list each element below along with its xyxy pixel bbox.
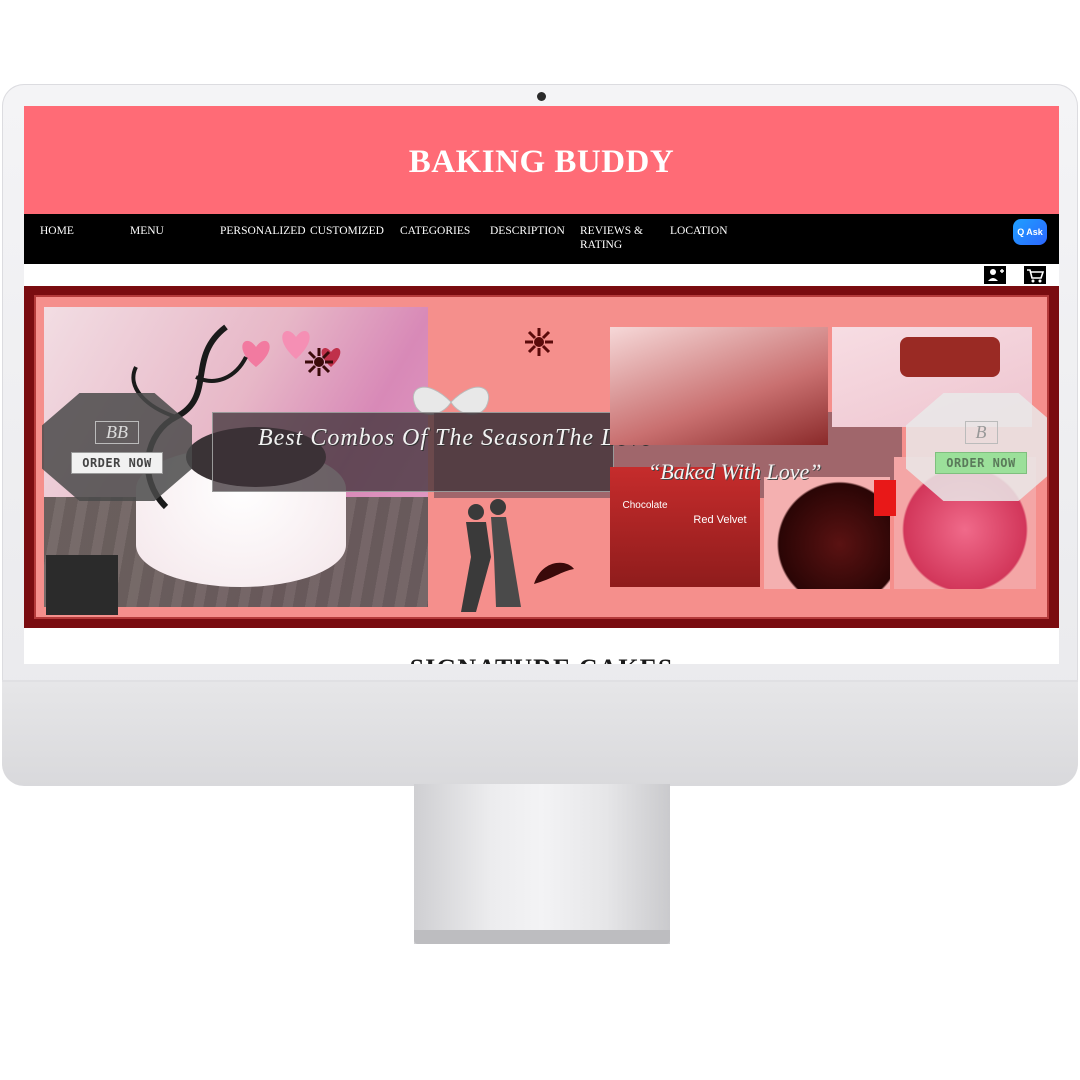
brand-title[interactable]: BAKING BUDDY bbox=[409, 144, 674, 181]
browser-screen: BAKING BUDDY HOME MENU PERSONALIZED CUST… bbox=[24, 106, 1059, 664]
order-badge-right: B ORDER NOW bbox=[906, 393, 1047, 501]
nav-categories[interactable]: CATEGORIES bbox=[400, 224, 470, 238]
order-now-button[interactable]: ORDER NOW bbox=[935, 451, 1027, 474]
flower-icon bbox=[525, 328, 553, 356]
tagline-ribbon-left bbox=[212, 412, 614, 492]
monitor-stand bbox=[414, 784, 670, 944]
nav-menu[interactable]: MENU bbox=[130, 224, 164, 238]
nav-customized[interactable]: CUSTOMIZED bbox=[310, 224, 384, 238]
section-title: SIGNATURE CAKES bbox=[24, 654, 1059, 664]
tagline-baked-with-love: “Baked With Love” bbox=[648, 459, 822, 484]
chocolate-gem-cake-image bbox=[900, 337, 1000, 377]
flower-icon bbox=[305, 348, 333, 376]
cake-pops-image bbox=[610, 327, 828, 445]
hero-banner[interactable]: Best Combos Of The SeasonThe Love Chocol… bbox=[24, 286, 1059, 628]
nav-home[interactable]: HOME bbox=[40, 224, 74, 238]
jar-label-red-velvet: Red Velvet bbox=[693, 514, 747, 526]
nav-description[interactable]: DESCRIPTION bbox=[490, 224, 565, 238]
banner-slide: Best Combos Of The SeasonThe Love Chocol… bbox=[34, 295, 1049, 619]
cart-icon[interactable] bbox=[1024, 266, 1046, 284]
site-header: BAKING BUDDY bbox=[24, 106, 1059, 214]
chocolate-cake-image bbox=[764, 477, 890, 589]
order-now-button[interactable]: ORDER NOW bbox=[71, 451, 163, 474]
ask-label: Ask bbox=[1026, 227, 1043, 237]
camera-icon bbox=[537, 92, 546, 101]
badge-shape bbox=[906, 393, 1047, 501]
tagline-best-combos: Best Combos Of The SeasonThe Love bbox=[258, 425, 652, 451]
monitor-stand-base bbox=[414, 930, 670, 944]
ask-button[interactable]: Q Ask bbox=[1013, 219, 1047, 245]
order-badge-left: BB ORDER NOW bbox=[42, 393, 192, 501]
add-user-icon[interactable] bbox=[984, 266, 1006, 284]
nav-personalized[interactable]: PERSONALIZED bbox=[220, 224, 306, 238]
q-icon: Q bbox=[1017, 227, 1025, 237]
bb-logo: B bbox=[964, 420, 998, 444]
dancing-couple-image bbox=[461, 499, 521, 612]
utility-bar bbox=[24, 264, 1059, 286]
gift-box-image bbox=[46, 555, 118, 615]
main-nav: HOME MENU PERSONALIZED CUSTOMIZED CATEGO… bbox=[24, 214, 1059, 264]
badge-shape bbox=[42, 393, 192, 501]
leaf-icon bbox=[534, 562, 574, 584]
nav-reviews-rating[interactable]: REVIEWS & RATING bbox=[580, 224, 643, 252]
monitor-chin bbox=[2, 680, 1078, 786]
bb-logo: BB bbox=[95, 420, 139, 444]
jar-label-chocolate: Chocolate bbox=[622, 500, 668, 511]
red-accent bbox=[874, 480, 896, 516]
nav-location[interactable]: LOCATION bbox=[670, 224, 728, 238]
